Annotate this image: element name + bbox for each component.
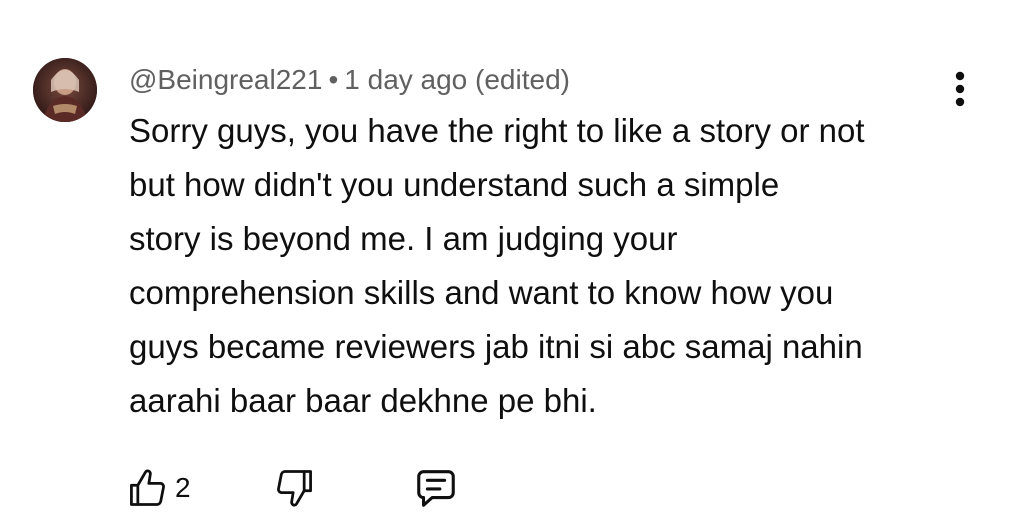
meta-separator: •	[328, 64, 339, 95]
thumbs-up-icon	[130, 469, 165, 506]
dislike-button[interactable]	[273, 466, 317, 510]
comment-actions: 2	[125, 463, 459, 513]
comment-reply-icon	[417, 470, 455, 507]
like-button[interactable]: 2	[125, 466, 215, 510]
avatar-image	[33, 58, 97, 122]
avatar[interactable]	[33, 58, 97, 122]
like-count: 2	[175, 472, 191, 503]
comment-text: Sorry guys, you have the right to like a…	[129, 112, 865, 419]
comment-timestamp[interactable]: 1 day ago (edited)	[344, 64, 570, 95]
reply-button[interactable]	[413, 465, 459, 511]
thumbs-down-icon	[277, 470, 312, 507]
comment-meta: @Beingreal221 • 1 day ago (edited)	[129, 60, 570, 100]
comment-author[interactable]: @Beingreal221	[129, 64, 322, 95]
